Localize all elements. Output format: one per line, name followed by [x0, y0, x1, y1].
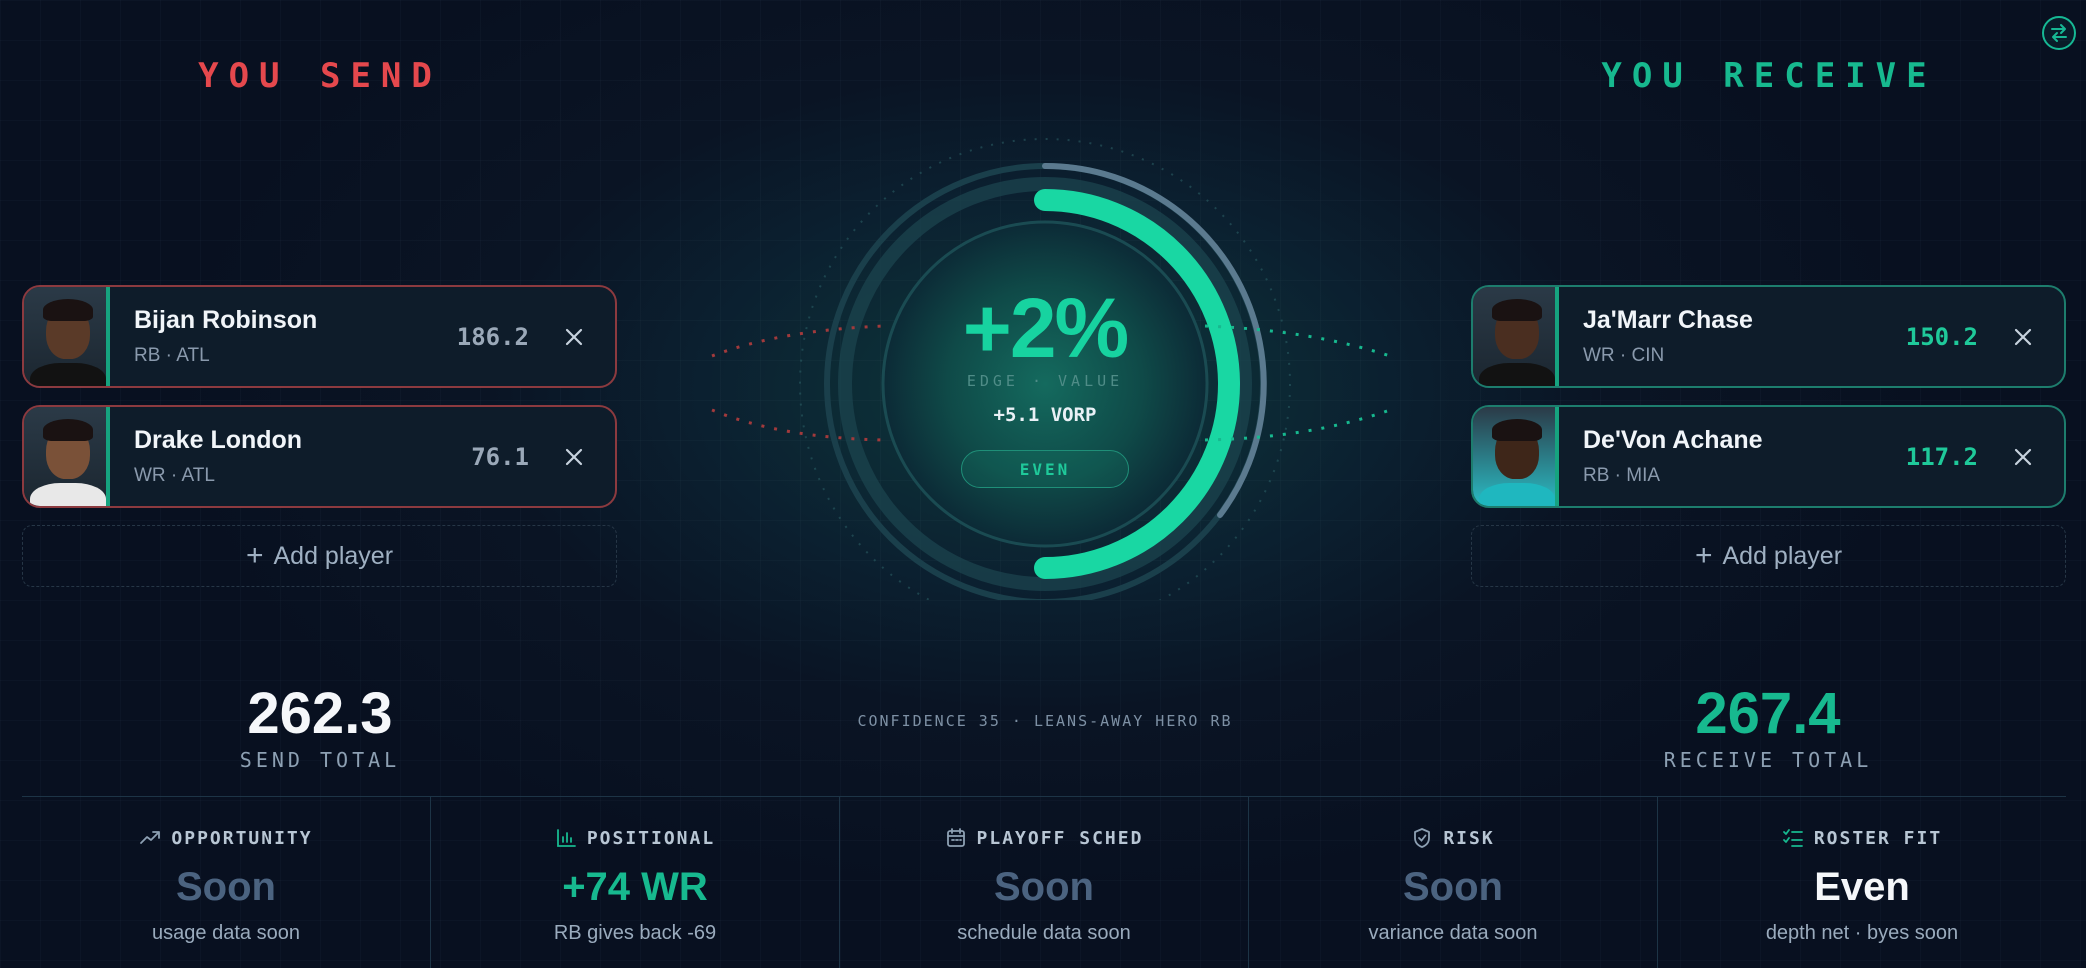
metric-playoff-schedule: PLAYOFF SCHED Soon schedule data soon [840, 797, 1249, 968]
player-photo [1473, 407, 1559, 506]
metric-value: +74 WR [562, 865, 708, 909]
metric-sub: depth net · byes soon [1765, 922, 1959, 944]
vorp-value: +5.1 VORP [993, 404, 1097, 426]
metric-title: POSITIONAL [586, 827, 716, 849]
receive-heading: YOU RECEIVE [1601, 56, 1937, 96]
swap-arrows-icon [2051, 24, 2067, 42]
metric-risk: RISK Soon variance data soon [1249, 797, 1658, 968]
send-player-card[interactable]: Drake London WR · ATL 76.1 [22, 405, 617, 508]
player-position-team: WR · CIN [1583, 345, 1665, 366]
metric-value: Even [1814, 865, 1910, 909]
player-photo [24, 287, 110, 386]
metric-title: ROSTER FIT [1813, 827, 1943, 849]
metric-title: RISK [1443, 827, 1495, 849]
close-icon [565, 448, 583, 465]
metric-title: PLAYOFF SCHED [976, 827, 1144, 849]
player-points: 76.1 [471, 442, 529, 471]
player-position-team: RB · MIA [1583, 465, 1661, 486]
trend-up-icon [140, 831, 161, 844]
plus-icon: + [1694, 539, 1713, 572]
metric-sub: variance data soon [1368, 922, 1538, 944]
metric-positional: POSITIONAL +74 WR RB gives back -69 [431, 797, 840, 968]
shield-icon [1414, 828, 1431, 848]
add-player-label: Add player [273, 541, 394, 570]
player-name: Drake London [134, 426, 303, 454]
player-name: De'Von Achane [1583, 426, 1763, 454]
player-position-team: RB · ATL [134, 345, 210, 366]
receive-total-value: 267.4 [1695, 681, 1841, 746]
metric-sub: RB gives back -69 [553, 922, 717, 944]
confidence-text: CONFIDENCE 35 · LEANS-AWAY HERO RB [857, 712, 1233, 730]
player-points: 150.2 [1905, 322, 1978, 351]
send-add-player-button[interactable]: + Add player [22, 525, 617, 587]
add-player-label: Add player [1722, 541, 1843, 570]
metric-title: OPPORTUNITY [171, 827, 313, 849]
send-total-value: 262.3 [247, 681, 393, 746]
metric-sub: usage data soon [152, 922, 300, 944]
plus-icon: + [245, 539, 264, 572]
close-icon [565, 328, 583, 345]
metrics-row: OPPORTUNITY Soon usage data soon POSITIO… [22, 796, 2066, 968]
player-photo [1473, 287, 1559, 386]
close-icon [2014, 328, 2032, 345]
verdict-badge: EVEN [961, 450, 1129, 488]
metric-sub: schedule data soon [957, 922, 1131, 944]
remove-player-button[interactable] [2012, 326, 2034, 348]
player-position-team: WR · ATL [134, 465, 215, 486]
checklist-icon [1782, 829, 1803, 847]
swap-sides-button[interactable] [2042, 16, 2076, 50]
player-points: 186.2 [456, 322, 529, 351]
receive-total-label: RECEIVE TOTAL [1663, 748, 1873, 772]
close-icon [2014, 448, 2032, 465]
player-photo [24, 407, 110, 506]
remove-player-button[interactable] [563, 326, 585, 348]
remove-player-button[interactable] [563, 446, 585, 468]
send-player-card[interactable]: Bijan Robinson RB · ATL 186.2 [22, 285, 617, 388]
metric-roster-fit: ROSTER FIT Even depth net · byes soon [1658, 797, 2066, 968]
player-name: Ja'Marr Chase [1583, 306, 1753, 334]
player-name: Bijan Robinson [134, 306, 318, 334]
metric-opportunity: OPPORTUNITY Soon usage data soon [22, 797, 431, 968]
bar-chart-icon [556, 829, 576, 847]
metric-value: Soon [176, 865, 276, 909]
send-heading: YOU SEND [198, 56, 442, 96]
metric-value: Soon [994, 865, 1094, 909]
receive-add-player-button[interactable]: + Add player [1471, 525, 2066, 587]
remove-player-button[interactable] [2012, 446, 2034, 468]
edge-label: EDGE · VALUE [966, 372, 1124, 390]
receive-player-card[interactable]: De'Von Achane RB · MIA 117.2 [1471, 405, 2066, 508]
metric-value: Soon [1403, 865, 1503, 909]
edge-percent: +2% [962, 281, 1129, 375]
send-total-label: SEND TOTAL [239, 748, 401, 772]
calendar-icon [946, 828, 965, 847]
player-points: 117.2 [1905, 442, 1978, 471]
receive-player-card[interactable]: Ja'Marr Chase WR · CIN 150.2 [1471, 285, 2066, 388]
